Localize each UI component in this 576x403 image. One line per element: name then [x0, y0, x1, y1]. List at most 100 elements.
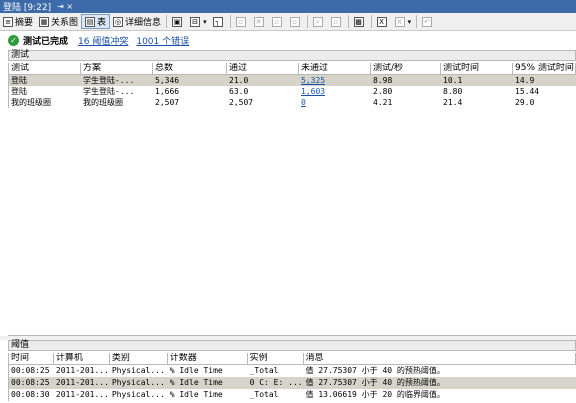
delete-button[interactable]: ✕: [251, 14, 269, 29]
excel-options-button[interactable]: X ▾: [392, 14, 415, 29]
table-cell: 21.4: [443, 98, 463, 107]
table-cell: 0 C: E: ...: [249, 378, 303, 387]
toolbar-separator: [416, 15, 418, 28]
toolbar-separator: [347, 15, 349, 28]
window-titlebar: 登陆 [9:22] ⇥ ×: [0, 0, 576, 13]
filter-button[interactable]: ▫: [328, 14, 346, 29]
table-row[interactable]: 登陆 学生登陆-... 5,346 21.0 5,325 8.98 10.1 1…: [9, 75, 576, 86]
failed-count-link[interactable]: 5,325: [299, 75, 371, 86]
toolbar: ≡ 摘要 ▦ 关系图 ▤ 表 ◎ 详细信息 ▣ ⊟ ▾ ┐ ▫ ✕ ▫ ▫ ⌕ ▫ ▩ X…: [0, 13, 576, 31]
table-cell: 值 27.75307 小于 40 的预热阈值。: [305, 366, 445, 375]
thresholds-table-header: 时间 计算机 类别 计数器 实例 消息: [9, 353, 576, 365]
excel-options-icon: X: [394, 16, 405, 27]
table-cell: 我的班级圈: [83, 98, 123, 107]
graph-button[interactable]: ▦ 关系图: [36, 14, 81, 29]
details-icon: ◎: [113, 16, 124, 27]
table-cell: 10.1: [443, 76, 463, 85]
column-header[interactable]: 总数: [153, 63, 227, 74]
column-header[interactable]: 消息: [304, 353, 576, 364]
disabled-button-1[interactable]: ▫: [233, 14, 251, 29]
export-button[interactable]: ▩: [351, 14, 369, 29]
column-header[interactable]: 计算机: [54, 353, 110, 364]
column-header[interactable]: 未通过: [299, 63, 371, 74]
column-header[interactable]: 测试/秒: [371, 63, 441, 74]
tests-section-header: 测试: [8, 50, 576, 61]
counter-icon: ▫: [235, 16, 246, 27]
thresholds-section-header: 阈值: [8, 340, 576, 351]
toolbar-separator: [306, 15, 308, 28]
graph-label: 关系图: [51, 18, 79, 28]
layout-icon: ⊟: [190, 16, 201, 27]
tests-table: 测试 方案 总数 通过 未通过 测试/秒 测试时间 95% 测试时间 登陆 学生…: [8, 63, 576, 108]
table-cell: 我的班级圈: [11, 98, 51, 107]
table-cell: 14.9: [515, 76, 535, 85]
table-cell: 学生登陆-...: [83, 76, 135, 85]
table-label: 表: [97, 18, 107, 28]
table-row[interactable]: 00:08:30 2011-201... Physical... % Idle …: [9, 389, 576, 401]
status-text: 测试已完成: [23, 36, 69, 47]
column-header[interactable]: 计数器: [168, 353, 248, 364]
summary-button[interactable]: ≡ 摘要: [0, 14, 36, 29]
table-cell: 29.0: [515, 98, 535, 107]
copy-icon: ▫: [271, 16, 282, 27]
table-cell: 1,666: [155, 87, 180, 96]
table-cell: 00:08:25: [11, 378, 50, 387]
errors-link[interactable]: 1001 个错误: [136, 34, 189, 47]
column-header[interactable]: 测试: [9, 63, 81, 74]
column-header[interactable]: 时间: [9, 353, 54, 364]
table-row[interactable]: 00:08:25 2011-201... Physical... % Idle …: [9, 365, 576, 377]
table-row[interactable]: 00:08:25 2011-201... Physical... % Idle …: [9, 377, 576, 389]
window-title: 登陆 [9:22]: [3, 3, 52, 13]
graph-icon: ▦: [39, 16, 50, 27]
thresholds-table: 时间 计算机 类别 计数器 实例 消息 00:08:25 2011-201...…: [8, 353, 576, 401]
add-graph-button[interactable]: ▣: [169, 14, 187, 29]
table-cell: Physical...: [111, 366, 165, 375]
chevron-down-icon: ▾: [407, 17, 412, 26]
table-icon: ▤: [85, 16, 96, 27]
column-header[interactable]: 测试时间: [441, 63, 513, 74]
table-cell: 8.98: [373, 76, 393, 85]
hierarchy-button[interactable]: ┐: [210, 14, 228, 29]
excel-icon: X: [376, 16, 387, 27]
column-header[interactable]: 95% 测试时间: [513, 63, 576, 74]
table-cell: 4.21: [373, 98, 393, 107]
table-cell: 值 27.75307 小于 40 的预热阈值。: [305, 378, 445, 387]
excel-button[interactable]: X: [374, 14, 392, 29]
table-cell: _Total: [249, 366, 279, 375]
chart-icon: ▣: [172, 16, 183, 27]
table-cell: 2011-201...: [55, 378, 109, 387]
threshold-violations-link[interactable]: 16 阈值冲突: [78, 34, 128, 47]
table-cell: 2011-201...: [55, 390, 109, 399]
column-header[interactable]: 方案: [81, 63, 153, 74]
clear-button[interactable]: ▫: [287, 14, 305, 29]
column-header[interactable]: 通过: [227, 63, 299, 74]
hierarchy-icon: ┐: [212, 16, 223, 27]
toolbar-separator: [229, 15, 231, 28]
table-cell: 2011-201...: [55, 366, 109, 375]
undo-icon: ↶: [422, 16, 433, 27]
toolbar-separator: [166, 15, 168, 28]
table-row[interactable]: 我的班级圈 我的班级圈 2,507 2,507 0 4.21 21.4 29.0: [9, 97, 576, 108]
table-cell: 登陆: [11, 76, 27, 85]
failed-count-link[interactable]: 1,603: [299, 86, 371, 97]
find-button[interactable]: ⌕: [310, 14, 328, 29]
table-cell: 2.80: [373, 87, 393, 96]
failed-count-link[interactable]: 0: [299, 97, 371, 108]
column-header[interactable]: 实例: [248, 353, 304, 364]
table-cell: 2,507: [229, 98, 254, 107]
layout-button[interactable]: ⊟ ▾: [187, 14, 210, 29]
summary-icon: ≡: [3, 16, 13, 27]
table-row[interactable]: 登陆 学生登陆-... 1,666 63.0 1,603 2.80 8.80 1…: [9, 86, 576, 97]
column-header[interactable]: 类别: [110, 353, 168, 364]
tests-table-header: 测试 方案 总数 通过 未通过 测试/秒 测试时间 95% 测试时间: [9, 63, 576, 75]
chevron-down-icon: ▾: [203, 17, 207, 26]
clear-icon: ▫: [289, 16, 300, 27]
table-cell: 63.0: [229, 87, 249, 96]
table-button[interactable]: ▤ 表: [81, 14, 111, 29]
details-button[interactable]: ◎ 详细信息: [110, 14, 164, 29]
undo-button[interactable]: ↶: [419, 14, 437, 29]
table-cell: 值 13.06619 小于 20 的临界阈值。: [305, 390, 445, 399]
copy-button[interactable]: ▫: [269, 14, 287, 29]
pin-icon[interactable]: ⇥ ×: [57, 2, 73, 11]
details-label: 详细信息: [125, 18, 162, 28]
